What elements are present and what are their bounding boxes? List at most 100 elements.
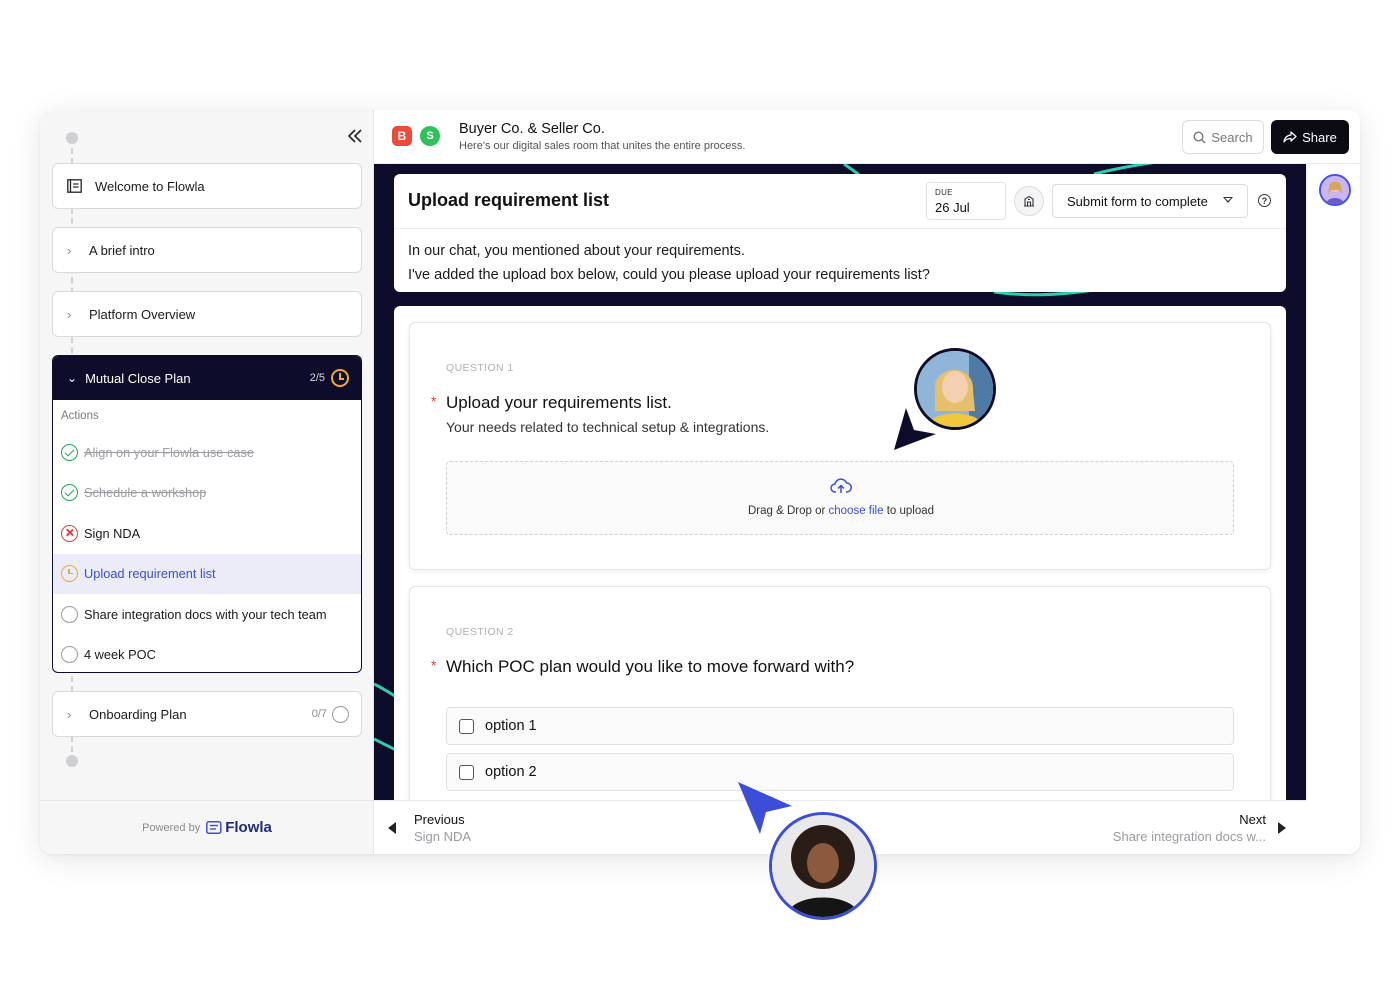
action-item[interactable]: Sign NDA [53, 513, 361, 554]
share-icon [1283, 131, 1297, 143]
question-number: QUESTION 2 [446, 626, 514, 638]
plan-title: Mutual Close Plan [85, 370, 191, 386]
next-label: Next [1239, 812, 1266, 827]
required-star: * [431, 393, 437, 409]
caret-down-icon [1223, 197, 1233, 203]
room-title: Buyer Co. & Seller Co. [459, 121, 605, 137]
next-button[interactable]: Next Share integration docs w... [1113, 812, 1286, 844]
empty-circle-icon [332, 705, 349, 723]
search-button[interactable]: Search [1182, 120, 1264, 154]
task-title: Upload requirement list [408, 190, 610, 210]
description-line: I've added the upload box below, could y… [408, 267, 930, 283]
option-row[interactable]: option 1 [446, 707, 1234, 745]
main-area: B S Buyer Co. & Seller Co. Here's our di… [374, 110, 1360, 854]
arrow-left-icon [388, 822, 396, 834]
question-1-card: QUESTION 1 * Upload your requirements li… [409, 322, 1271, 570]
task-description: In our chat, you mentioned about your re… [408, 239, 930, 287]
content-canvas: Upload requirement list DUE 26 Jul Submi… [374, 164, 1306, 800]
sidebar-item-label: Platform Overview [89, 306, 196, 322]
question-hint: Your needs related to technical setup & … [446, 419, 770, 435]
powered-by-footer: Powered by Flowla [40, 800, 374, 854]
due-date-field[interactable]: DUE 26 Jul [926, 182, 1006, 220]
action-label: Align on your Flowla use case [84, 444, 255, 460]
action-item[interactable]: Schedule a workshop [53, 473, 361, 514]
action-label: Schedule a workshop [84, 485, 207, 501]
sidebar-item-label: Welcome to Flowla [95, 178, 205, 194]
check-circle-icon [61, 443, 78, 461]
mutual-close-plan-header[interactable]: ⌄ Mutual Close Plan 2/5 [53, 356, 361, 400]
powered-by-label: Powered by [142, 821, 201, 834]
seller-logo: S [420, 126, 440, 146]
search-label: Search [1211, 129, 1253, 145]
action-item[interactable]: 4 week POC [53, 635, 361, 673]
room-subtitle: Here's our digital sales room that unite… [459, 140, 746, 152]
action-label: Sign NDA [84, 525, 141, 541]
clock-icon [61, 565, 78, 583]
sidebar-item-label: Onboarding Plan [89, 706, 187, 722]
action-item-active[interactable]: Upload requirement list [53, 553, 361, 594]
timeline-end-dot [66, 755, 78, 767]
due-date: 26 Jul [935, 200, 970, 215]
dropzone-text: Drag & Drop or choose file to upload [447, 505, 1235, 517]
description-line: In our chat, you mentioned about your re… [408, 243, 745, 259]
chevron-right-icon: › [67, 706, 72, 722]
checkbox[interactable] [459, 764, 474, 780]
choose-file-link[interactable]: choose file [829, 505, 884, 517]
action-item[interactable]: Share integration docs with your tech te… [53, 594, 361, 635]
x-circle-icon [61, 524, 78, 542]
next-subtitle: Share integration docs w... [1112, 829, 1266, 844]
question-title: Which POC plan would you like to move fo… [446, 657, 855, 676]
empty-circle-icon [61, 605, 78, 623]
sidebar-item-overview[interactable]: › Platform Overview [52, 291, 362, 337]
chevron-down-icon: ⌄ [67, 371, 78, 385]
collapse-sidebar-icon[interactable] [344, 125, 366, 147]
clock-icon [331, 369, 349, 387]
option-row[interactable]: option 2 [446, 753, 1234, 791]
option-label: option 1 [485, 718, 537, 734]
dropzone-prefix: Drag & Drop or [747, 505, 829, 517]
due-label: DUE [935, 188, 953, 197]
sidebar: Welcome to Flowla › A brief intro › Plat… [40, 110, 374, 854]
divider [394, 228, 1286, 229]
chevron-right-icon: › [67, 242, 72, 258]
search-icon [1193, 130, 1206, 143]
buyer-logo: B [392, 126, 412, 146]
previous-label: Previous [414, 812, 465, 827]
right-rail [1306, 164, 1360, 800]
sidebar-item-intro[interactable]: › A brief intro [52, 227, 362, 273]
help-icon[interactable]: ? [1258, 194, 1271, 207]
building-icon [1024, 195, 1034, 207]
dropzone-suffix: to upload [883, 505, 935, 517]
plan-progress-count: 2/5 [309, 372, 325, 384]
question-title: Upload your requirements list. [446, 393, 672, 412]
sidebar-item-welcome[interactable]: Welcome to Flowla [52, 163, 362, 209]
form-card: QUESTION 1 * Upload your requirements li… [394, 306, 1286, 800]
check-circle-icon [61, 484, 78, 502]
action-label: Upload requirement list [84, 566, 216, 582]
assign-building-button[interactable] [1014, 186, 1044, 216]
chevron-right-icon: › [67, 306, 72, 322]
question-number: QUESTION 1 [446, 362, 514, 374]
timeline-start-dot [66, 132, 78, 144]
flowla-logo[interactable]: Flowla [206, 819, 272, 836]
submit-form-dropdown[interactable]: Submit form to complete [1052, 184, 1248, 218]
collaborator-avatar [914, 348, 996, 430]
top-bar: B S Buyer Co. & Seller Co. Here's our di… [374, 110, 1360, 164]
previous-subtitle: Sign NDA [414, 829, 472, 844]
brand-name: Flowla [225, 819, 272, 836]
checkbox[interactable] [459, 718, 474, 734]
sidebar-item-onboarding[interactable]: › Onboarding Plan 0/7 [52, 691, 362, 737]
previous-button[interactable]: Previous Sign NDA [388, 812, 471, 844]
task-card: Upload requirement list DUE 26 Jul Submi… [394, 174, 1286, 292]
actions-heading: Actions [61, 410, 99, 422]
action-item[interactable]: Align on your Flowla use case [53, 432, 361, 473]
file-dropzone[interactable]: Drag & Drop or choose file to upload [446, 461, 1234, 535]
user-avatar[interactable] [1319, 174, 1351, 206]
option-label: option 2 [485, 764, 537, 780]
required-star: * [431, 657, 437, 673]
share-button[interactable]: Share [1271, 120, 1349, 154]
arrow-right-icon [1278, 822, 1286, 834]
collaborator-avatar [769, 812, 877, 920]
question-2-card: QUESTION 2 * Which POC plan would you li… [409, 586, 1271, 800]
share-label: Share [1302, 129, 1337, 145]
